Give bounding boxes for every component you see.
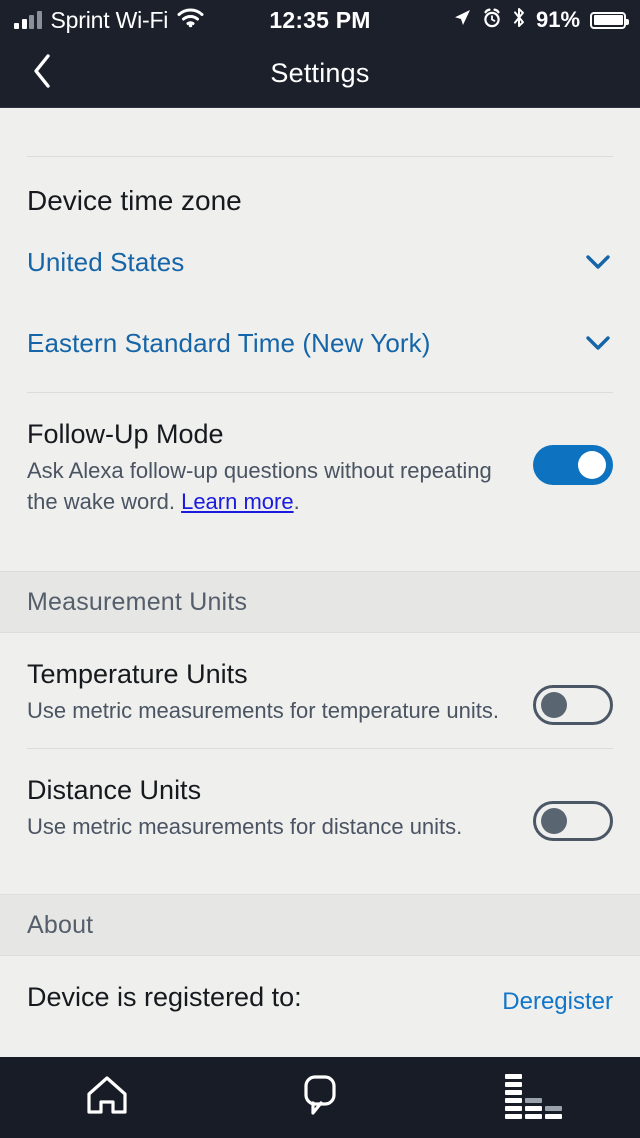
clock-label: 12:35 PM: [269, 6, 371, 33]
status-bar-left: Sprint Wi-Fi: [14, 7, 269, 34]
timezone-country-dropdown[interactable]: United States: [27, 231, 613, 293]
distance-units-description: Use metric measurements for distance uni…: [27, 814, 463, 839]
toggle-knob: [541, 808, 567, 834]
bottom-tab-bar: [0, 1057, 640, 1138]
settings-list[interactable]: Device time zone United States Eastern S…: [0, 108, 640, 1057]
device-registered-label: Device is registered to:: [27, 982, 302, 1012]
distance-units-text: Distance Units Use metric measurements f…: [27, 773, 533, 842]
temperature-units-text: Temperature Units Use metric measurement…: [27, 657, 533, 726]
alarm-clock-icon: [482, 7, 502, 33]
battery-percent-label: 91%: [535, 7, 581, 32]
follow-up-mode-description: Ask Alexa follow-up questions without re…: [27, 455, 519, 517]
distance-units-toggle[interactable]: [533, 801, 613, 841]
equalizer-column: [504, 1073, 522, 1119]
signal-bars-icon: [14, 11, 42, 29]
phone-screen: Sprint Wi-Fi 12:35 PM 91% Settings Devic…: [0, 0, 640, 1138]
battery-icon: [590, 11, 630, 29]
bluetooth-icon: [512, 7, 526, 33]
about-header: About: [0, 894, 640, 956]
tab-conversations[interactable]: [213, 1057, 426, 1138]
timezone-zone-value: Eastern Standard Time (New York): [27, 327, 431, 358]
chevron-down-icon: [585, 335, 611, 351]
location-arrow-icon: [452, 8, 472, 33]
temperature-units-control: [533, 657, 613, 725]
tab-home[interactable]: [0, 1057, 213, 1138]
distance-units-row[interactable]: Distance Units Use metric measurements f…: [0, 749, 640, 864]
measurement-units-label: Measurement Units: [27, 587, 248, 616]
equalizer-column: [524, 1097, 542, 1119]
speech-bubble-icon: [298, 1072, 342, 1123]
tab-activity[interactable]: [427, 1057, 640, 1138]
timezone-section: Device time zone United States Eastern S…: [0, 157, 640, 374]
timezone-heading: Device time zone: [27, 185, 242, 216]
measurement-units-header: Measurement Units: [0, 571, 640, 633]
home-icon: [84, 1073, 130, 1122]
temperature-units-description: Use metric measurements for temperature …: [27, 698, 499, 723]
status-bar: Sprint Wi-Fi 12:35 PM 91%: [0, 0, 640, 40]
follow-up-mode-control: [533, 417, 613, 485]
status-bar-right: 91%: [371, 7, 630, 33]
follow-up-desc-after: .: [293, 489, 300, 514]
about-label: About: [27, 910, 94, 939]
toggle-knob: [578, 451, 606, 479]
equalizer-column: [544, 1105, 562, 1119]
timezone-zone-dropdown[interactable]: Eastern Standard Time (New York): [27, 312, 613, 374]
navigation-bar: Settings: [0, 40, 640, 108]
wifi-icon: [177, 8, 204, 33]
timezone-country-value: United States: [27, 246, 185, 277]
follow-up-mode-title: Follow-Up Mode: [27, 419, 224, 449]
distance-units-title: Distance Units: [27, 775, 202, 805]
temperature-units-title: Temperature Units: [27, 659, 248, 689]
follow-up-mode-toggle[interactable]: [533, 445, 613, 485]
toggle-knob: [541, 692, 567, 718]
distance-units-control: [533, 773, 613, 841]
page-title: Settings: [270, 58, 370, 88]
device-registration-row: Device is registered to: Deregister: [0, 956, 640, 1016]
learn-more-link[interactable]: Learn more: [181, 489, 294, 514]
carrier-label: Sprint Wi-Fi: [50, 6, 169, 33]
follow-up-mode-text: Follow-Up Mode Ask Alexa follow-up quest…: [27, 417, 533, 517]
deregister-link[interactable]: Deregister: [502, 982, 613, 1016]
temperature-units-toggle[interactable]: [533, 685, 613, 725]
chevron-down-icon: [585, 254, 611, 270]
equalizer-bars-icon: [504, 1073, 562, 1119]
temperature-units-row[interactable]: Temperature Units Use metric measurement…: [0, 633, 640, 748]
follow-up-mode-row[interactable]: Follow-Up Mode Ask Alexa follow-up quest…: [0, 393, 640, 539]
